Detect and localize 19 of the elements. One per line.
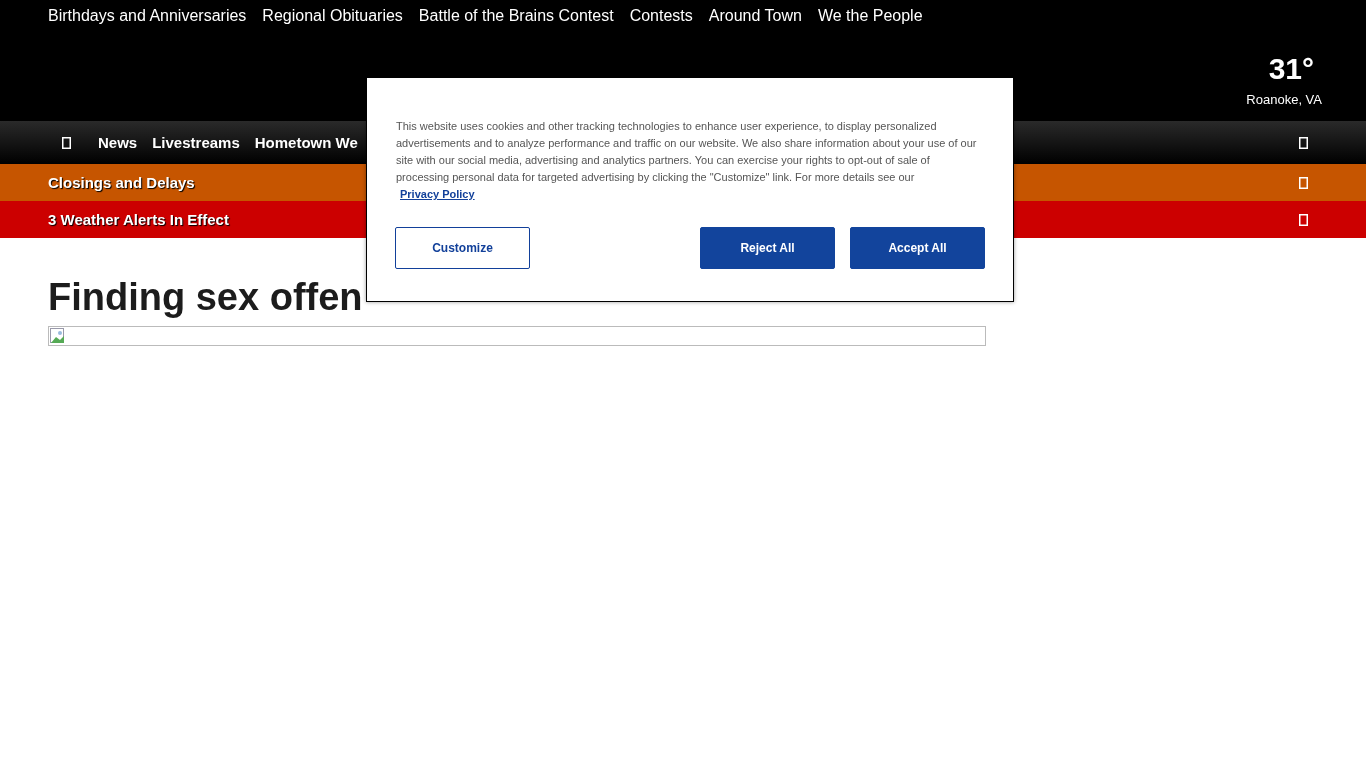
consent-button[interactable]: Reject All	[700, 227, 835, 269]
alert-label: Closings and Delays	[48, 174, 195, 191]
location-label: Roanoke, VA	[1246, 92, 1322, 107]
alert-label: 3 Weather Alerts In Effect	[48, 211, 229, 228]
top-nav-link[interactable]: Battle of the Brains Contest	[418, 6, 614, 26]
top-nav-link[interactable]: We the People	[817, 6, 923, 26]
article-headline: Finding sex offen	[48, 275, 363, 320]
broken-image-icon	[50, 328, 66, 344]
main-nav-link[interactable]: News	[98, 134, 138, 151]
top-nav-link[interactable]: Birthdays and Anniversaries	[48, 6, 247, 26]
top-nav-link[interactable]: Regional Obituaries	[262, 6, 403, 26]
privacy-policy-link[interactable]: Privacy Policy	[400, 188, 475, 200]
consent-button[interactable]: Accept All	[850, 227, 985, 269]
main-nav-link[interactable]: Livestreams	[152, 134, 240, 151]
main-nav-link[interactable]: Hometown We	[254, 134, 358, 151]
temperature: 31°	[1268, 52, 1314, 86]
top-nav-link[interactable]: Around Town	[708, 6, 802, 26]
top-nav-link[interactable]: Contests	[629, 6, 693, 26]
customize-button[interactable]: Customize	[395, 227, 530, 269]
